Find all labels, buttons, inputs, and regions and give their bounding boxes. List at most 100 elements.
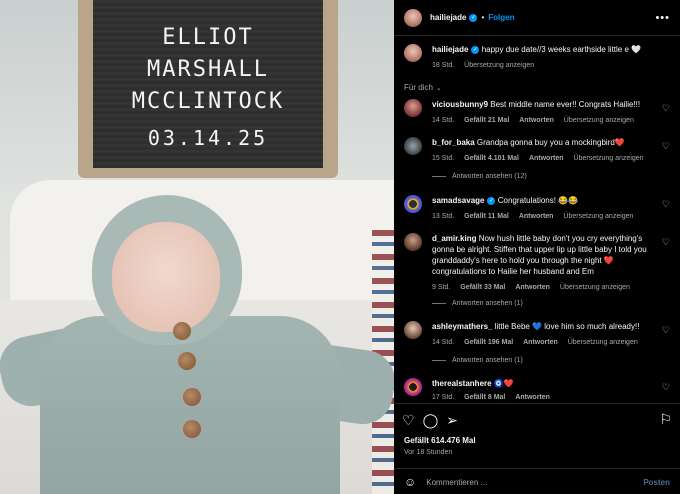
commenter-avatar[interactable] bbox=[404, 99, 422, 117]
comment-time[interactable]: 9 Std. bbox=[432, 284, 450, 291]
view-replies-button[interactable]: Antworten ansehen (12) bbox=[432, 173, 527, 180]
comment-username[interactable]: samadsavage bbox=[432, 196, 484, 205]
emoji-icon[interactable]: ☺ bbox=[404, 475, 416, 489]
heart-icon[interactable]: ♡ bbox=[402, 412, 415, 429]
caption-text: happy due date//3 weeks earthside little… bbox=[481, 45, 642, 54]
view-replies-label: Antworten ansehen (1) bbox=[452, 300, 523, 307]
like-comment-heart-icon[interactable]: ♡ bbox=[662, 237, 670, 248]
separator-dot: • bbox=[481, 13, 485, 22]
replies-line bbox=[432, 176, 446, 177]
translate-link[interactable]: Übersetzung anzeigen bbox=[560, 284, 630, 291]
comment-icon[interactable]: ◯ bbox=[423, 412, 439, 429]
translate-link[interactable]: Übersetzung anzeigen bbox=[568, 339, 638, 346]
comment-item: d_amir.king Now hush little baby don't y… bbox=[404, 233, 674, 293]
comment-text: Grandpa gonna buy you a mockingbird❤️ bbox=[476, 138, 625, 147]
comment-time[interactable]: 14 Std. bbox=[432, 117, 454, 124]
commenter-avatar[interactable] bbox=[404, 137, 422, 155]
letterboard-line: ELLIOT bbox=[162, 25, 254, 50]
post-image[interactable]: ELLIOT MARSHALL MCCLINTOCK 03.14.25 bbox=[0, 0, 394, 494]
comment-username[interactable]: viciousbunny9 bbox=[432, 100, 488, 109]
post-caption: hailiejade ✓ happy due date//3 weeks eart… bbox=[404, 44, 674, 71]
commenter-avatar[interactable] bbox=[404, 321, 422, 339]
author-avatar[interactable] bbox=[404, 44, 422, 62]
cardigan-button bbox=[183, 388, 201, 406]
more-icon[interactable]: ••• bbox=[655, 12, 670, 24]
like-comment-heart-icon[interactable]: ♡ bbox=[662, 199, 670, 210]
post-like-count[interactable]: Gefällt 614.476 Mal bbox=[404, 436, 476, 445]
view-replies-button[interactable]: Antworten ansehen (1) bbox=[432, 300, 523, 307]
comment-likes[interactable]: Gefällt 33 Mal bbox=[460, 284, 505, 291]
comment-time[interactable]: 14 Std. bbox=[432, 339, 454, 346]
commenter-avatar[interactable] bbox=[404, 378, 422, 396]
comment-text: Best middle name ever!! Congrats Hailie!… bbox=[490, 100, 641, 109]
comment-likes[interactable]: Gefällt 196 Mal bbox=[464, 339, 513, 346]
post-timestamp[interactable]: Vor 18 Stunden bbox=[404, 449, 452, 456]
translate-link[interactable]: Übersetzung anzeigen bbox=[464, 62, 534, 69]
replies-line bbox=[432, 360, 446, 361]
reply-button[interactable]: Antworten bbox=[523, 339, 558, 346]
cardigan-button bbox=[178, 352, 196, 370]
cardigan-button bbox=[173, 322, 191, 340]
comment-likes[interactable]: Gefällt 11 Mal bbox=[464, 213, 509, 220]
like-comment-heart-icon[interactable]: ♡ bbox=[662, 103, 670, 114]
comment-text: Congratulations! 😂😂 bbox=[497, 196, 579, 205]
post-actions: ♡ ◯ ➢ ⚐ Gefällt 614.476 Mal Vor 18 Stund… bbox=[394, 403, 680, 494]
chevron-down-icon: ⌄ bbox=[435, 85, 442, 92]
post-panel: hailiejade ✓ • Folgen ••• hailiejade ✓ ha… bbox=[394, 0, 680, 494]
reply-button[interactable]: Antworten bbox=[515, 394, 550, 401]
letterboard: ELLIOT MARSHALL MCCLINTOCK 03.14.25 bbox=[93, 0, 323, 168]
translate-link[interactable]: Übersetzung anzeigen bbox=[564, 117, 634, 124]
translate-link[interactable]: Übersetzung anzeigen bbox=[563, 213, 633, 220]
sort-label: Für dich bbox=[404, 83, 433, 92]
comment-likes[interactable]: Gefällt 8 Mal bbox=[464, 394, 505, 401]
comment-username[interactable]: d_amir.king bbox=[432, 234, 476, 243]
comment-likes[interactable]: Gefällt 4.101 Mal bbox=[464, 155, 519, 162]
comment-username[interactable]: therealstanhere bbox=[432, 379, 492, 388]
verified-icon: ✓ bbox=[487, 196, 496, 205]
comment-time[interactable]: 15 Std. bbox=[432, 155, 454, 162]
view-replies-label: Antworten ansehen (1) bbox=[452, 357, 523, 364]
view-replies-button[interactable]: Antworten ansehen (1) bbox=[432, 357, 523, 364]
commenter-avatar[interactable] bbox=[404, 233, 422, 251]
verified-icon: ✓ bbox=[469, 13, 478, 22]
reply-button[interactable]: Antworten bbox=[519, 213, 554, 220]
author-avatar[interactable] bbox=[404, 8, 422, 27]
letterboard-date: 03.14.25 bbox=[147, 126, 269, 150]
reply-button[interactable]: Antworten bbox=[515, 284, 550, 291]
comment-username[interactable]: b_for_baka bbox=[432, 138, 475, 147]
author-username[interactable]: hailiejade bbox=[430, 13, 466, 22]
comment-text: 🧿❤️ bbox=[493, 379, 514, 388]
bookmark-icon[interactable]: ⚐ bbox=[659, 411, 672, 428]
post-comment-button[interactable]: Posten bbox=[643, 478, 670, 487]
comment-time[interactable]: 13 Std. bbox=[432, 213, 454, 220]
replies-line bbox=[432, 303, 446, 304]
comment-username[interactable]: ashleymathers_ bbox=[432, 322, 492, 331]
comment-item: therealstanhere 🧿❤️ 17 Std. Gefällt 8 Ma… bbox=[404, 378, 674, 403]
reply-button[interactable]: Antworten bbox=[529, 155, 564, 162]
commenter-avatar[interactable] bbox=[404, 195, 422, 213]
translate-link[interactable]: Übersetzung anzeigen bbox=[574, 155, 644, 162]
share-icon[interactable]: ➢ bbox=[446, 412, 458, 429]
comment-item: ashleymathers_ little Bebe 💙 love him so… bbox=[404, 321, 674, 348]
comment-composer: ☺ Posten bbox=[394, 468, 680, 494]
comment-item: b_for_baka Grandpa gonna buy you a mocki… bbox=[404, 137, 674, 164]
caption-time[interactable]: 18 Std. bbox=[432, 62, 454, 69]
comment-item: samadsavage ✓ Congratulations! 😂😂 13 Std.… bbox=[404, 195, 674, 222]
like-comment-heart-icon[interactable]: ♡ bbox=[662, 141, 670, 152]
reply-button[interactable]: Antworten bbox=[519, 117, 554, 124]
cardigan-button bbox=[183, 420, 201, 438]
caption-username[interactable]: hailiejade bbox=[432, 45, 468, 54]
comment-sort-dropdown[interactable]: Für dich ⌄ bbox=[404, 83, 442, 92]
comment-likes[interactable]: Gefällt 21 Mal bbox=[464, 117, 509, 124]
post-header: hailiejade ✓ • Folgen ••• bbox=[394, 0, 680, 36]
verified-icon: ✓ bbox=[471, 45, 480, 54]
comment-input[interactable] bbox=[426, 477, 627, 487]
like-comment-heart-icon[interactable]: ♡ bbox=[662, 325, 670, 336]
letterboard-line: MARSHALL bbox=[147, 57, 269, 82]
comment-time[interactable]: 17 Std. bbox=[432, 394, 454, 401]
comment-text: little Bebe 💙 love him so much already!! bbox=[494, 322, 640, 331]
view-replies-label: Antworten ansehen (12) bbox=[452, 173, 527, 180]
like-comment-heart-icon[interactable]: ♡ bbox=[662, 382, 670, 393]
follow-button[interactable]: Folgen bbox=[488, 13, 514, 22]
comment-item: viciousbunny9 Best middle name ever!! Co… bbox=[404, 99, 674, 126]
